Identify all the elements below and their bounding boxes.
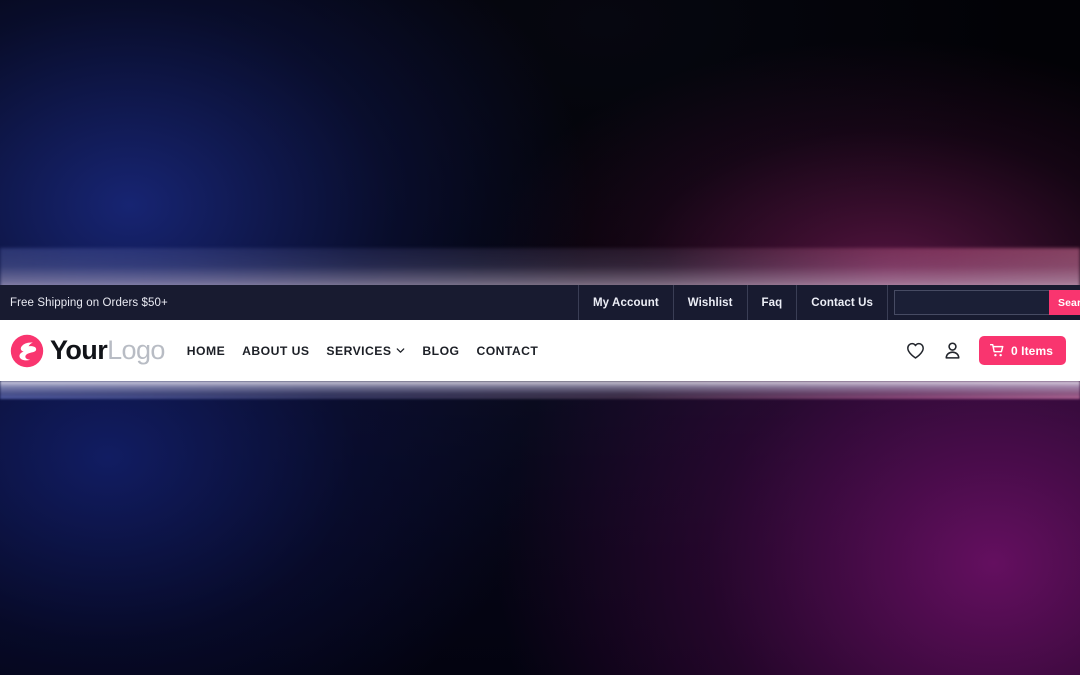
nav-item-home-label: HOME	[186, 343, 226, 358]
background-hero-lower	[0, 381, 1080, 675]
top-link-faq-label: Faq	[761, 296, 783, 309]
header-actions: 0 Items	[905, 336, 1066, 365]
nav-item-home[interactable]: HOME	[187, 344, 225, 358]
nav-item-about-us-label: ABOUT US	[242, 343, 310, 358]
search-button[interactable]: Search	[1049, 290, 1080, 315]
nav-item-contact[interactable]: CONTACT	[476, 344, 538, 358]
shopping-cart-icon	[989, 343, 1004, 357]
logo-wordmark: YourLogo	[50, 337, 165, 364]
cart-button-label: 0 Items	[1010, 343, 1053, 358]
top-link-contact-us-label: Contact Us	[811, 296, 873, 309]
user-icon[interactable]	[942, 340, 963, 361]
nav-item-blog-label: BLOG	[422, 343, 460, 358]
nav-item-contact-label: CONTACT	[476, 343, 539, 358]
background-glow-upper	[0, 248, 1080, 288]
site-logo[interactable]: YourLogo	[10, 334, 165, 368]
nav-item-services-label: SERVICES	[326, 343, 392, 358]
top-link-wishlist-label: Wishlist	[687, 296, 733, 309]
top-link-my-account[interactable]: My Account	[578, 285, 673, 320]
search-input[interactable]	[895, 291, 1049, 314]
main-header: YourLogo HOME ABOUT US SERVICES BLOG CON…	[0, 320, 1080, 381]
chevron-down-icon	[397, 348, 405, 353]
search-area: Search	[887, 285, 1080, 320]
top-link-contact-us[interactable]: Contact Us	[796, 285, 887, 320]
logo-text-primary: Your	[50, 335, 108, 365]
background-hero-upper	[0, 0, 1080, 285]
main-navigation: HOME ABOUT US SERVICES BLOG CONTACT	[187, 344, 538, 358]
top-utility-bar: Free Shipping on Orders $50+ My Account …	[0, 285, 1080, 320]
logo-text-secondary: Logo	[107, 335, 165, 365]
page-root: Free Shipping on Orders $50+ My Account …	[0, 0, 1080, 675]
background-glow-lower	[0, 381, 1080, 399]
search-box: Search	[894, 290, 1080, 315]
cart-button[interactable]: 0 Items	[978, 336, 1066, 365]
top-link-wishlist[interactable]: Wishlist	[672, 285, 747, 320]
nav-item-services[interactable]: SERVICES	[326, 344, 405, 358]
top-link-my-account-label: My Account	[593, 296, 659, 309]
shipping-promo-text: Free Shipping on Orders $50+	[10, 296, 168, 309]
top-link-faq[interactable]: Faq	[746, 285, 797, 320]
heart-icon[interactable]	[905, 340, 926, 361]
nav-item-about-us[interactable]: ABOUT US	[242, 344, 309, 358]
nav-item-blog[interactable]: BLOG	[422, 344, 459, 358]
top-utility-links: My Account Wishlist Faq Contact Us Searc…	[578, 285, 1080, 320]
lightning-circle-icon	[10, 334, 44, 367]
